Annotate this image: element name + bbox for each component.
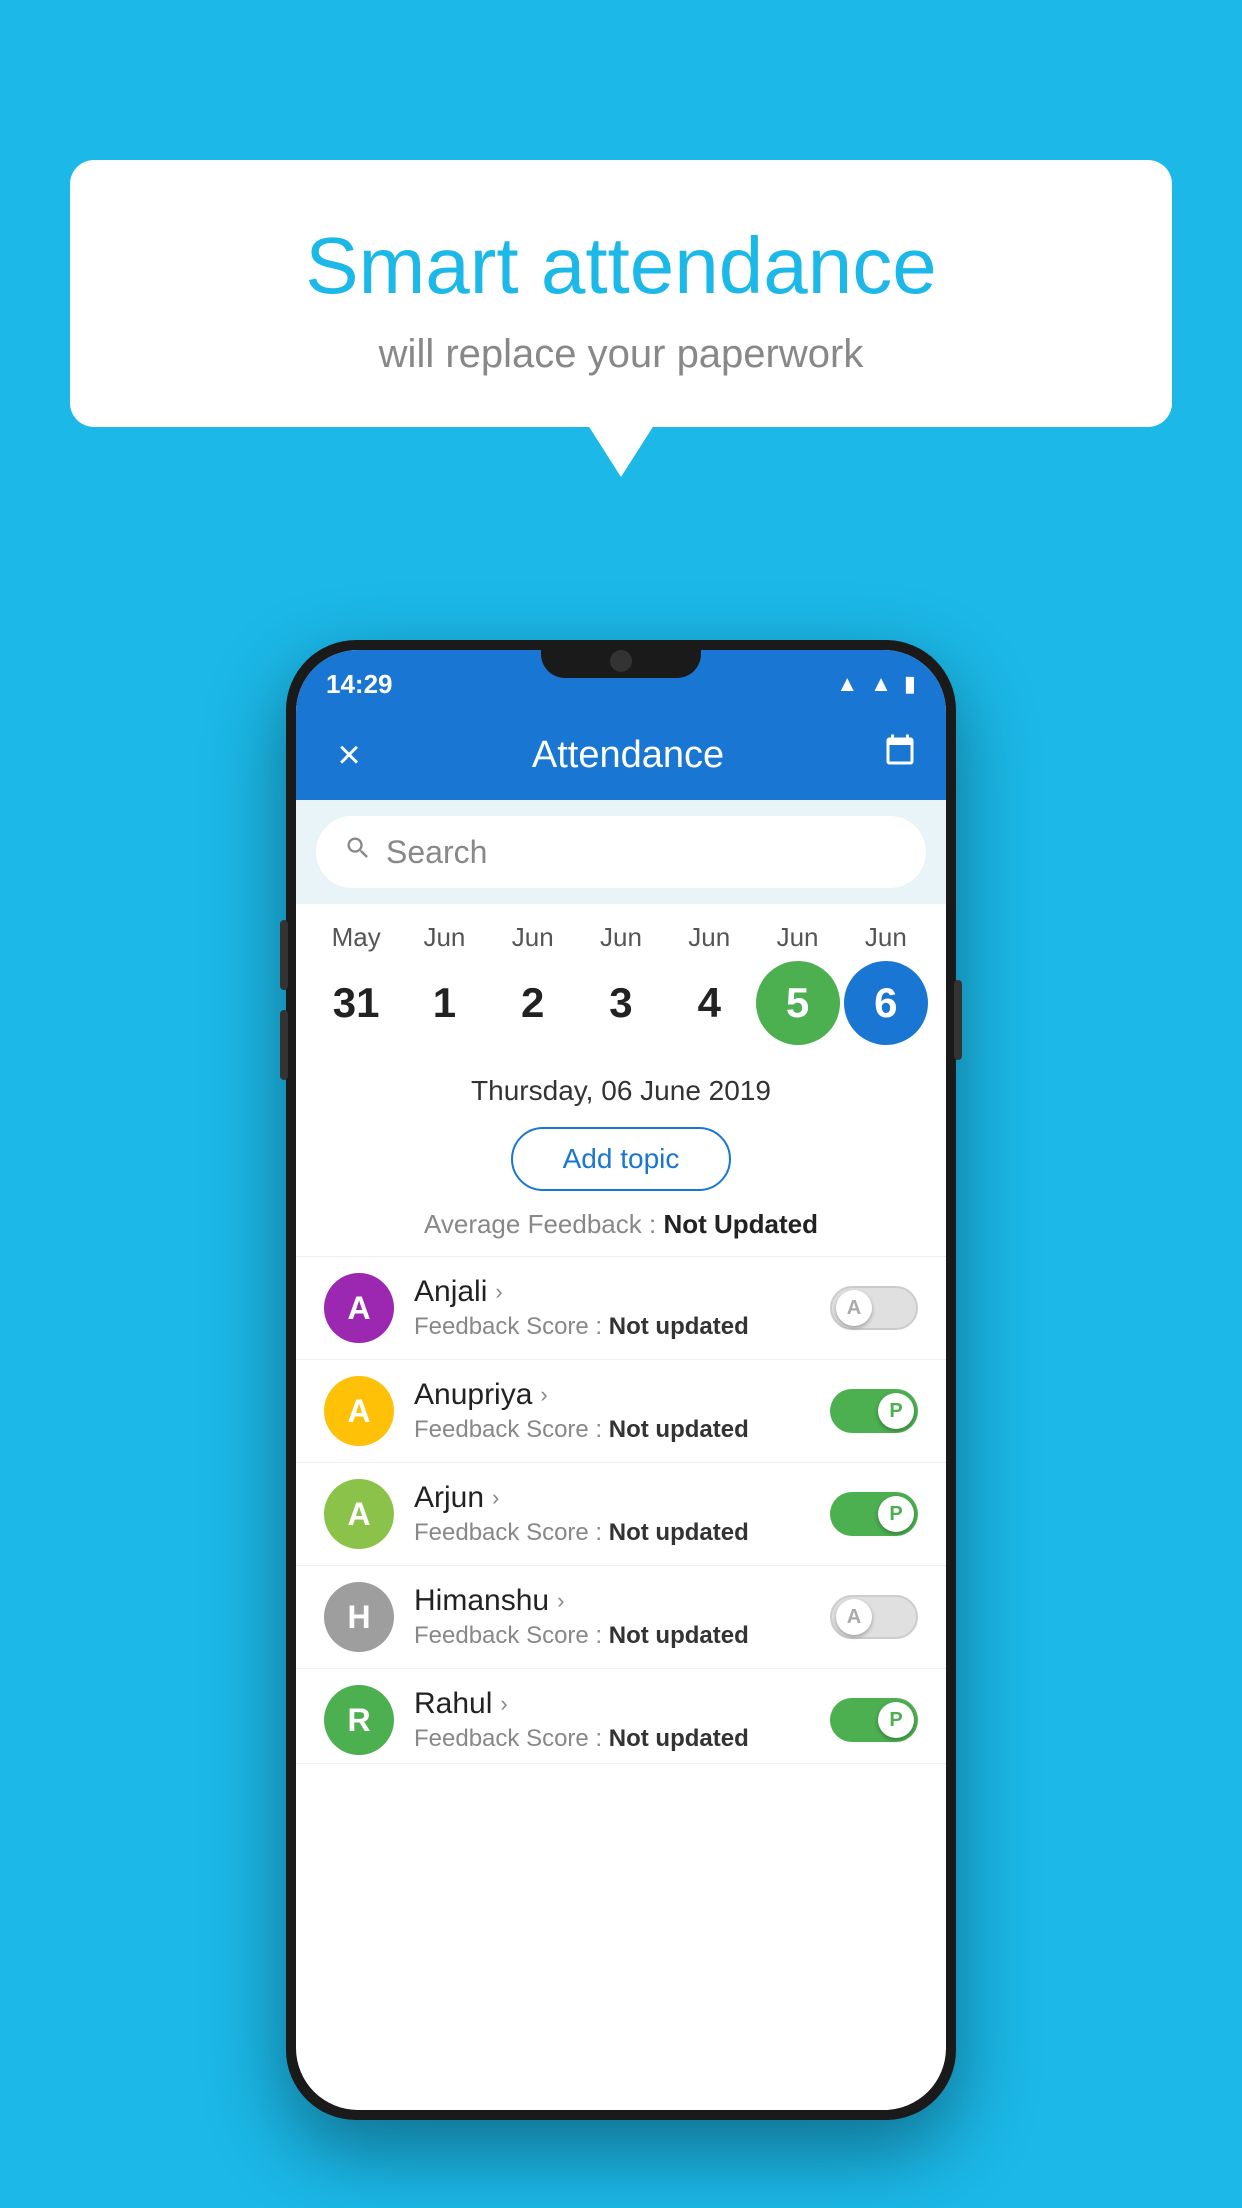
- phone-container: 14:29 ▲ ▲ ▮ × Attendance: [286, 640, 956, 2120]
- front-camera: [610, 650, 632, 672]
- calendar-months: May Jun Jun Jun Jun Jun Jun: [296, 922, 946, 953]
- add-topic-container: Add topic: [296, 1121, 946, 1209]
- toggle-arjun[interactable]: P: [830, 1492, 918, 1536]
- month-2: Jun: [491, 922, 575, 953]
- signal-icon: ▲: [870, 671, 892, 697]
- student-feedback-anjali: Feedback Score : Not updated: [414, 1313, 810, 1341]
- status-icons: ▲ ▲ ▮: [836, 671, 916, 697]
- month-3: Jun: [579, 922, 663, 953]
- student-feedback-anupriya: Feedback Score : Not updated: [414, 1416, 810, 1444]
- student-list: A Anjali › Feedback Score : Not updated: [296, 1256, 946, 1764]
- date-6[interactable]: 6: [844, 961, 928, 1045]
- add-topic-button[interactable]: Add topic: [511, 1127, 732, 1191]
- date-2[interactable]: 2: [491, 961, 575, 1045]
- date-3[interactable]: 3: [579, 961, 663, 1045]
- bubble-subtitle: will replace your paperwork: [120, 332, 1122, 377]
- month-0: May: [314, 922, 398, 953]
- student-avatar-himanshu: H: [324, 1582, 394, 1652]
- search-container: Search: [296, 800, 946, 904]
- student-name-himanshu: Himanshu ›: [414, 1584, 810, 1618]
- close-button[interactable]: ×: [324, 733, 374, 778]
- toggle-knob-arjun: P: [878, 1496, 914, 1532]
- student-item-rahul[interactable]: R Rahul › Feedback Score : Not updated: [296, 1669, 946, 1764]
- date-0[interactable]: 31: [314, 961, 398, 1045]
- avg-feedback-value: Not Updated: [663, 1209, 818, 1239]
- avg-feedback-label: Average Feedback :: [424, 1209, 656, 1239]
- toggle-himanshu[interactable]: A: [830, 1595, 918, 1639]
- student-item-himanshu[interactable]: H Himanshu › Feedback Score : Not update…: [296, 1566, 946, 1669]
- calendar-strip: May Jun Jun Jun Jun Jun Jun 31 1 2 3 4 5…: [296, 904, 946, 1055]
- app-bar: × Attendance: [296, 710, 946, 800]
- calendar-dates: 31 1 2 3 4 5 6: [296, 961, 946, 1045]
- toggle-knob-rahul: P: [878, 1702, 914, 1738]
- volume-up-button: [280, 920, 288, 990]
- toggle-knob-himanshu: A: [836, 1599, 872, 1635]
- search-input[interactable]: Search: [316, 816, 926, 888]
- chevron-right-icon: ›: [495, 1279, 502, 1305]
- student-avatar-anjali: A: [324, 1273, 394, 1343]
- power-button: [954, 980, 962, 1060]
- phone-notch: [541, 640, 701, 678]
- student-feedback-himanshu: Feedback Score : Not updated: [414, 1622, 810, 1650]
- student-name-anupriya: Anupriya ›: [414, 1378, 810, 1412]
- chevron-right-icon: ›: [557, 1588, 564, 1614]
- toggle-anjali[interactable]: A: [830, 1286, 918, 1330]
- student-avatar-arjun: A: [324, 1479, 394, 1549]
- student-item-arjun[interactable]: A Arjun › Feedback Score : Not updated: [296, 1463, 946, 1566]
- student-name-anjali: Anjali ›: [414, 1275, 810, 1309]
- date-4[interactable]: 4: [667, 961, 751, 1045]
- main-content: Thursday, 06 June 2019 Add topic Average…: [296, 1055, 946, 1764]
- volume-down-button: [280, 1010, 288, 1080]
- selected-date: Thursday, 06 June 2019: [296, 1055, 946, 1121]
- student-info-rahul: Rahul › Feedback Score : Not updated: [414, 1687, 810, 1753]
- student-item-anjali[interactable]: A Anjali › Feedback Score : Not updated: [296, 1257, 946, 1360]
- student-info-himanshu: Himanshu › Feedback Score : Not updated: [414, 1584, 810, 1650]
- battery-icon: ▮: [904, 671, 916, 697]
- phone-frame: 14:29 ▲ ▲ ▮ × Attendance: [286, 640, 956, 2120]
- date-1[interactable]: 1: [402, 961, 486, 1045]
- month-1: Jun: [402, 922, 486, 953]
- student-info-anupriya: Anupriya › Feedback Score : Not updated: [414, 1378, 810, 1444]
- toggle-knob-anupriya: P: [878, 1393, 914, 1429]
- student-info-anjali: Anjali › Feedback Score : Not updated: [414, 1275, 810, 1341]
- month-6: Jun: [844, 922, 928, 953]
- app-title: Attendance: [394, 734, 862, 777]
- date-5[interactable]: 5: [756, 961, 840, 1045]
- toggle-anupriya[interactable]: P: [830, 1389, 918, 1433]
- bubble-title: Smart attendance: [120, 220, 1122, 312]
- calendar-icon[interactable]: [882, 733, 918, 778]
- student-item-anupriya[interactable]: A Anupriya › Feedback Score : Not update…: [296, 1360, 946, 1463]
- student-avatar-rahul: R: [324, 1685, 394, 1755]
- student-avatar-anupriya: A: [324, 1376, 394, 1446]
- status-time: 14:29: [326, 669, 393, 700]
- student-feedback-rahul: Feedback Score : Not updated: [414, 1725, 810, 1753]
- toggle-knob-anjali: A: [836, 1290, 872, 1326]
- student-name-rahul: Rahul ›: [414, 1687, 810, 1721]
- chevron-right-icon: ›: [492, 1485, 499, 1511]
- wifi-icon: ▲: [836, 671, 858, 697]
- month-4: Jun: [667, 922, 751, 953]
- student-info-arjun: Arjun › Feedback Score : Not updated: [414, 1481, 810, 1547]
- phone-screen: 14:29 ▲ ▲ ▮ × Attendance: [296, 650, 946, 2110]
- toggle-rahul[interactable]: P: [830, 1698, 918, 1742]
- chevron-right-icon: ›: [540, 1382, 547, 1408]
- search-icon: [344, 834, 372, 870]
- avg-feedback: Average Feedback : Not Updated: [296, 1209, 946, 1256]
- search-placeholder: Search: [386, 834, 487, 871]
- speech-bubble: Smart attendance will replace your paper…: [70, 160, 1172, 427]
- month-5: Jun: [756, 922, 840, 953]
- student-feedback-arjun: Feedback Score : Not updated: [414, 1519, 810, 1547]
- student-name-arjun: Arjun ›: [414, 1481, 810, 1515]
- chevron-right-icon: ›: [500, 1691, 507, 1717]
